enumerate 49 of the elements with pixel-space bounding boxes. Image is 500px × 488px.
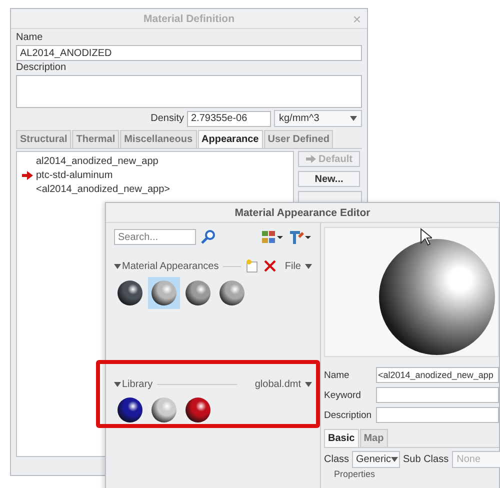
sphere-icon[interactable] (185, 397, 211, 423)
keyword-field[interactable] (376, 387, 499, 403)
class-dropdown[interactable]: Generic (352, 451, 400, 468)
library-file[interactable]: global.dmt (254, 379, 301, 390)
window-title: Material Appearance Editor (234, 206, 370, 218)
caret-icon[interactable] (114, 264, 121, 268)
section-title[interactable]: Library (122, 379, 153, 390)
name-field[interactable]: <al2014_anodized_new_app (376, 367, 499, 383)
tab[interactable]: Thermal (72, 130, 120, 148)
density-field[interactable]: 2.79355e-06 (187, 110, 271, 126)
caret-icon (391, 457, 398, 462)
window-title: Material Definition (143, 12, 234, 24)
tab[interactable]: Map (360, 429, 388, 447)
list-item[interactable]: <al2014_anodized_new_app> (36, 184, 170, 194)
search-icon[interactable] (200, 229, 216, 245)
subclass-label: Sub Class (403, 454, 449, 465)
arrow-icon (306, 155, 316, 163)
tab[interactable]: Basic (324, 429, 359, 447)
list-item[interactable]: al2014_anodized_new_app (36, 156, 158, 166)
delete-icon[interactable] (262, 259, 277, 273)
description-field[interactable] (376, 407, 499, 423)
class-label: Class (324, 454, 350, 465)
properties-label: Properties (334, 469, 376, 479)
file-menu[interactable]: File (284, 260, 301, 272)
grid-view-icon[interactable] (262, 230, 284, 244)
name-field[interactable]: AL2014_ANODIZED (16, 45, 362, 61)
caret-icon (350, 116, 357, 121)
caret-icon[interactable] (305, 382, 312, 387)
keyword-label: Keyword (324, 390, 362, 400)
tools-icon[interactable] (288, 229, 312, 245)
caret-icon[interactable] (305, 264, 312, 268)
tab[interactable]: Structural (16, 130, 72, 148)
tab[interactable]: User Defined (264, 130, 334, 148)
name-label: Name (324, 370, 350, 380)
action-button[interactable]: New... (298, 171, 360, 187)
description-field[interactable] (16, 75, 362, 108)
description-label: Description (324, 410, 373, 420)
name-label: Name (16, 32, 44, 44)
tab[interactable]: Appearance (198, 130, 263, 148)
caret-icon[interactable] (114, 382, 121, 387)
section-title[interactable]: Material Appearances (122, 260, 219, 272)
density-label: Density (150, 113, 184, 124)
search-field[interactable]: Search... (114, 229, 196, 245)
description-label: Description (16, 62, 68, 74)
unit-dropdown[interactable]: kg/mm^3 (274, 110, 362, 127)
list-item[interactable]: ptc-std-aluminum (36, 170, 113, 180)
sphere-icon[interactable] (117, 397, 143, 423)
sphere-icon[interactable] (151, 397, 177, 423)
tab[interactable]: Miscellaneous (120, 130, 196, 148)
